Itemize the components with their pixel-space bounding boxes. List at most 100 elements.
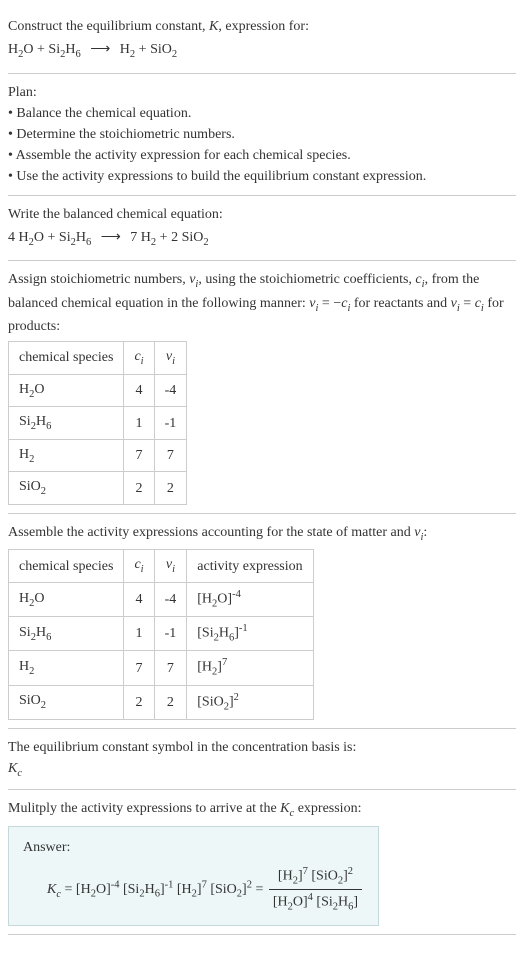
text: H bbox=[120, 42, 130, 57]
answer-label: Answer: bbox=[23, 837, 364, 858]
text: ] bbox=[353, 895, 358, 910]
th-nui: νi bbox=[154, 550, 187, 583]
K: K bbox=[47, 882, 56, 897]
text: H bbox=[338, 895, 348, 910]
text: + bbox=[44, 230, 59, 245]
th-ci: ci bbox=[124, 550, 154, 583]
ci-cell: 4 bbox=[124, 374, 154, 407]
text: 4 H bbox=[8, 230, 29, 245]
text: H bbox=[36, 625, 46, 640]
activity-section: Assemble the activity expressions accoun… bbox=[8, 514, 516, 729]
table-header-row: chemical species ci νi bbox=[9, 342, 187, 375]
text: [H bbox=[76, 882, 91, 897]
activity-cell: [Si2H6]-1 bbox=[187, 617, 313, 651]
sub: 2 bbox=[41, 700, 46, 711]
text: expression: bbox=[294, 801, 361, 816]
balanced-equation: 4 H2O + Si2H6 ⟶ 7 H2 + 2 SiO2 bbox=[8, 227, 516, 251]
nui-cell: -4 bbox=[154, 583, 187, 617]
species-cell: H2O bbox=[9, 583, 124, 617]
text: = − bbox=[318, 296, 341, 311]
text: H bbox=[145, 882, 155, 897]
table-row: SiO2 2 2 [SiO2]2 bbox=[9, 685, 314, 719]
ci-cell: 7 bbox=[124, 439, 154, 472]
text: 7 H bbox=[130, 230, 151, 245]
activity-cell: [SiO2]2 bbox=[187, 685, 313, 719]
multiply-text: Mulitply the activity expressions to arr… bbox=[8, 798, 516, 822]
species-cell: SiO2 bbox=[9, 472, 124, 505]
text: Construct the equilibrium constant, bbox=[8, 19, 209, 34]
table-row: Si2H6 1 -1 [Si2H6]-1 bbox=[9, 617, 314, 651]
th-species: chemical species bbox=[9, 342, 124, 375]
table-row: SiO2 2 2 bbox=[9, 472, 187, 505]
sub: i bbox=[141, 356, 144, 367]
text: SiO bbox=[19, 479, 41, 494]
text: [SiO bbox=[197, 694, 223, 709]
plan-bullet: • Determine the stoichiometric numbers. bbox=[8, 124, 516, 145]
text: [Si bbox=[123, 882, 139, 897]
text: [Si bbox=[197, 626, 213, 641]
table-row: H2O 4 -4 bbox=[9, 374, 187, 407]
th-activity: activity expression bbox=[187, 550, 313, 583]
sup: -4 bbox=[232, 589, 241, 600]
ci-cell: 7 bbox=[124, 651, 154, 685]
text: = bbox=[460, 296, 475, 311]
kc-symbol: Kc bbox=[8, 758, 516, 782]
sub: 6 bbox=[75, 49, 80, 60]
arrow-icon: ⟶ bbox=[90, 42, 110, 57]
species-cell: H2 bbox=[9, 651, 124, 685]
stoich-intro: Assign stoichiometric numbers, νi, using… bbox=[8, 269, 516, 337]
ci-cell: 1 bbox=[124, 617, 154, 651]
nui-cell: -4 bbox=[154, 374, 187, 407]
text: = bbox=[61, 882, 76, 897]
sub: 6 bbox=[46, 632, 51, 643]
plan-section: Plan: • Balance the chemical equation. •… bbox=[8, 74, 516, 196]
species-cell: Si2H6 bbox=[9, 617, 124, 651]
text: Si bbox=[19, 414, 31, 429]
activity-cell: [H2O]-4 bbox=[187, 583, 313, 617]
ci-cell: 1 bbox=[124, 407, 154, 440]
balanced-section: Write the balanced chemical equation: 4 … bbox=[8, 196, 516, 262]
text: O bbox=[34, 382, 44, 397]
text: H bbox=[36, 414, 46, 429]
plan-bullet: • Use the activity expressions to build … bbox=[8, 166, 516, 187]
th-ci: ci bbox=[124, 342, 154, 375]
th-species: chemical species bbox=[9, 550, 124, 583]
nui-cell: 2 bbox=[154, 685, 187, 719]
th-nui: νi bbox=[154, 342, 187, 375]
sub: 2 bbox=[29, 666, 34, 677]
text: O] bbox=[217, 592, 232, 607]
prompt-line1: Construct the equilibrium constant, K, e… bbox=[8, 16, 516, 37]
answer-expression: Kc = [H2O]-4 [Si2H6]-1 [H2]7 [SiO2]2 = [… bbox=[23, 864, 364, 915]
text: [Si bbox=[316, 895, 332, 910]
text: H bbox=[19, 591, 29, 606]
multiply-section: Mulitply the activity expressions to arr… bbox=[8, 790, 516, 935]
text: SiO bbox=[19, 693, 41, 708]
text: 2 SiO bbox=[171, 230, 203, 245]
arrow-icon: ⟶ bbox=[101, 230, 121, 245]
text: + bbox=[34, 42, 49, 57]
stoich-section: Assign stoichiometric numbers, νi, using… bbox=[8, 261, 516, 514]
sub: 2 bbox=[18, 49, 23, 60]
nui-cell: -1 bbox=[154, 407, 187, 440]
text: [SiO bbox=[210, 882, 236, 897]
text: Si bbox=[59, 230, 71, 245]
ci-cell: 2 bbox=[124, 685, 154, 719]
text: [H bbox=[177, 882, 192, 897]
K: K bbox=[280, 801, 289, 816]
sup: -1 bbox=[239, 623, 248, 634]
activity-intro: Assemble the activity expressions accoun… bbox=[8, 522, 516, 546]
text: = bbox=[252, 882, 267, 897]
text: H bbox=[65, 42, 75, 57]
sup: -4 bbox=[111, 879, 120, 890]
denominator: [H2O]4 [Si2H6] bbox=[269, 890, 362, 915]
sub: 2 bbox=[172, 49, 177, 60]
plan-bullet: • Balance the chemical equation. bbox=[8, 103, 516, 124]
K: K bbox=[8, 761, 17, 776]
text: H bbox=[219, 626, 229, 641]
sup: 2 bbox=[348, 866, 353, 877]
text: , using the stoichiometric coefficients, bbox=[198, 272, 415, 287]
text: H bbox=[76, 230, 86, 245]
species-cell: H2O bbox=[9, 374, 124, 407]
sub: 2 bbox=[29, 454, 34, 465]
text: O] bbox=[96, 882, 111, 897]
